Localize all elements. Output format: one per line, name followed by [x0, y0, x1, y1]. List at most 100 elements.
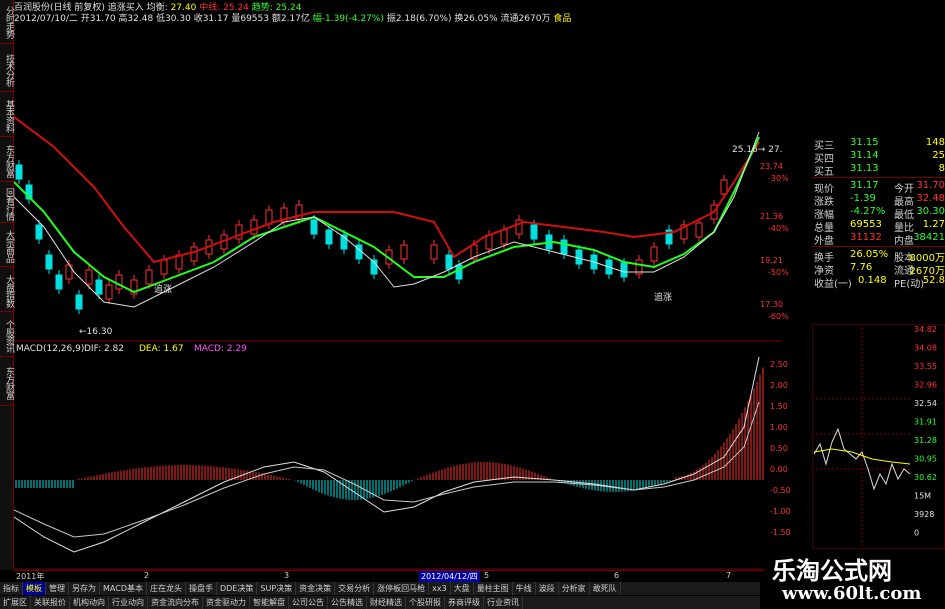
candle-body [500, 229, 508, 245]
indicator-tab[interactable]: xx3 [429, 582, 451, 595]
macd-axis-label: 1.00 [770, 423, 788, 432]
fundamental-row: 收益(一) 0.148 PE(动) 52.8 [812, 275, 945, 290]
stat-value: 31.17 [850, 180, 879, 191]
candle-body [445, 254, 453, 270]
stat-value-2: 31.70 [916, 180, 945, 191]
indicator-tab[interactable]: 交易分析 [335, 582, 375, 595]
candle-body [560, 239, 568, 255]
extension-tab[interactable]: 公告精选 [328, 596, 367, 609]
indicator-tab[interactable]: 波段 [536, 582, 559, 595]
mini-axis-label: 30.62 [914, 473, 937, 482]
stat-value-2: 1.27 [922, 219, 945, 230]
price-axis-label: 17.30 [760, 300, 783, 309]
indicator-tab[interactable]: 指标 [0, 582, 23, 595]
date-m5: 5 [484, 571, 490, 580]
candle-body [45, 254, 53, 270]
extension-tab[interactable]: 公司公告 [289, 596, 328, 609]
stat-row: 外盘 31132 内盘 38421 [812, 232, 945, 247]
indicator-tab[interactable]: 管理 [46, 582, 69, 595]
indicator-tab[interactable]: 牛线 [513, 582, 536, 595]
extension-tab[interactable]: 券商评级 [445, 596, 484, 609]
extension-tab[interactable]: 机构动向 [70, 596, 109, 609]
candle-body [95, 279, 103, 295]
extension-tab[interactable]: 财经精选 [367, 596, 406, 609]
macd-axis-label: 1.50 [770, 402, 788, 411]
fund-value: 26.05% [850, 249, 889, 260]
date-m3: 3 [284, 571, 290, 580]
mini-axis-label: 3928 [914, 510, 934, 519]
candle-body [695, 222, 703, 238]
divider [812, 246, 945, 247]
macd-axis-label: -1.50 [770, 528, 791, 537]
extension-tab[interactable]: 资金流向分布 [148, 596, 203, 609]
extension-tab[interactable]: 关联报价 [31, 596, 70, 609]
macd-chart[interactable]: MACD(12,26,9) DIF: 2.82 DEA: 1.67 MACD: … [14, 342, 782, 570]
indicator-tab[interactable]: 资金决策 [296, 582, 336, 595]
macd-title: MACD(12,26,9) [16, 344, 84, 354]
extension-tab[interactable]: 行业动向 [109, 596, 148, 609]
macd-axis-label: 0.50 [770, 444, 788, 453]
watermark-url: www.60lt.com [782, 583, 922, 604]
left-tab-6[interactable]: 大盘指数 [0, 270, 14, 312]
left-tab-8[interactable]: 东方财富 [0, 360, 14, 406]
ma-white-line [14, 131, 760, 308]
candle-body [325, 229, 333, 245]
candle-body [650, 246, 658, 262]
indicator-tab[interactable]: 另存为 [69, 582, 100, 595]
buy-signal-1: 追涨 [154, 283, 172, 295]
indicator-tab[interactable]: 模板 [23, 582, 46, 595]
left-tab-7[interactable]: 个股资讯 [0, 315, 14, 357]
extension-tab[interactable]: 智能解盘 [250, 596, 289, 609]
candle-body [455, 264, 463, 280]
indicator-tab[interactable]: 庄在龙头 [147, 582, 186, 595]
indicator-tab[interactable]: 涨停板回马枪 [374, 582, 430, 595]
indicator-tab[interactable]: 操盘手 [186, 582, 217, 595]
left-tab-2[interactable]: 基本资料 [0, 95, 14, 137]
indicator-tab[interactable]: SUP决策 [257, 582, 297, 595]
mini-axis-label: 15M [914, 492, 931, 501]
intraday-mini-chart[interactable]: 34.82 34.08 33.55 32.96 32.54 31.91 31.28 30.95… [811, 323, 945, 550]
dea-value: DEA: 1.67 [139, 344, 184, 354]
extension-tab[interactable]: 行业资讯 [484, 596, 523, 609]
candle-body [250, 219, 258, 235]
extension-tab[interactable]: 扩展区 [0, 596, 31, 609]
ma-red-line [14, 116, 760, 264]
candle-body [530, 224, 538, 240]
indicator-tab[interactable]: 量柱主图 [474, 582, 513, 595]
left-tab-4[interactable]: 回看行情 [0, 185, 14, 223]
macd-axis-label: -0.50 [770, 486, 791, 495]
price-axis-label: -50% [768, 268, 789, 277]
date-bar[interactable]: 2011年 2 3 2012/04/12/四 5 6 7 [14, 570, 764, 582]
left-tab-5[interactable]: 大宗商品 [0, 225, 14, 267]
candle-body [265, 209, 273, 225]
candle-body [720, 179, 728, 195]
indicator-tab[interactable]: MACD基本 [100, 582, 147, 595]
candle-body [55, 274, 63, 290]
candle-body [115, 274, 123, 290]
stat-value-2: 32.48 [916, 193, 945, 204]
ma-green-line [14, 136, 760, 294]
stat-row: 涨跌 -1.39 最高 32.48 [812, 193, 945, 208]
extension-tab[interactable]: 资金驱动力 [203, 596, 250, 609]
bid-row: 买四 31.14 25 [812, 150, 945, 165]
indicator-tab[interactable]: 分析家 [559, 582, 590, 595]
mini-axis-label: 34.82 [914, 325, 937, 334]
stat-label-2: 内盘 [894, 236, 914, 247]
bid-row: 买三 31.15 148 [812, 137, 945, 152]
dif-line [14, 356, 760, 553]
left-tab-0[interactable]: 分时走势 [0, 0, 14, 44]
candlestick-chart[interactable]: ←16.30 25.16→ 27.03 追涨 追涨 [14, 22, 782, 342]
price-axis-label: -30% [768, 174, 789, 183]
extension-tab[interactable]: 个股研报 [406, 596, 445, 609]
left-tab-3[interactable]: 东方财富 [0, 140, 14, 182]
chart-header: 百润股份(日线 前复权) 追涨买入 均衡: 27.40 中线: 25.24 趋势… [14, 0, 301, 13]
date-selected[interactable]: 2012/04/12/四 [419, 571, 480, 582]
price-axis-label: 19.21 [760, 256, 783, 265]
indicator-tab[interactable]: 大盘 [451, 582, 474, 595]
stat-value: 31132 [850, 232, 882, 243]
left-tab-1[interactable]: 技术分析 [0, 48, 14, 92]
indicator-tab[interactable]: DDE决策 [217, 582, 258, 595]
buy-signal-2: 追涨 [654, 291, 672, 303]
indicator-tab[interactable]: 敢死队 [590, 582, 621, 595]
watermark: 乐淘公式网 www.60lt.com [764, 549, 945, 609]
